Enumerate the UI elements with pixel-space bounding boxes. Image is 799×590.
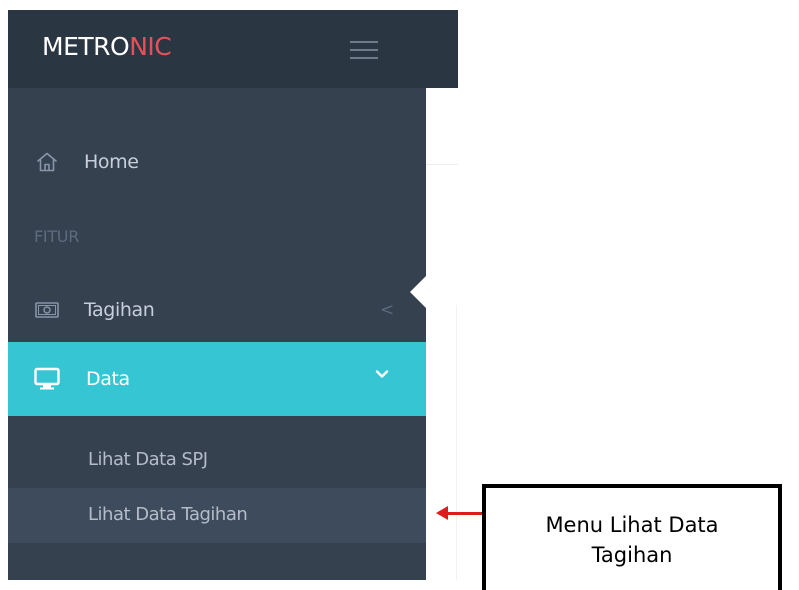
sidebar-item-data[interactable]: Data [8,342,426,416]
monitor-icon [34,366,60,392]
sidebar-subitem-lihat-data-tagihan[interactable]: Lihat Data Tagihan [8,488,426,543]
annotation-line-1: Menu Lihat Data [545,513,719,537]
logo-text-accent: NIC [129,32,172,61]
content-divider-vertical [456,305,457,580]
logo[interactable]: METRONIC [42,32,172,62]
money-icon [34,297,60,323]
chevron-left-icon: < [380,300,395,320]
content-divider [426,164,458,165]
annotation-callout: Menu Lihat Data Tagihan [482,484,782,590]
home-icon [34,149,60,175]
sidebar-section-heading: FITUR [34,227,80,246]
hamburger-bar [350,49,378,51]
sidebar-item-label: Home [84,151,139,173]
chevron-down-icon [374,366,390,382]
hamburger-icon[interactable] [350,39,378,59]
sidebar-item-tagihan[interactable]: Tagihan < [8,284,426,336]
hamburger-bar [350,57,378,59]
sidebar-item-label: Tagihan [84,299,155,321]
annotation-line-2: Tagihan [591,543,673,567]
sidebar-item-home[interactable]: Home [8,136,426,188]
sidebar-subitem-lihat-data-spj[interactable]: Lihat Data SPJ [8,434,426,486]
sidebar-item-label: Data [86,368,130,390]
screenshot-canvas: METRONIC Home FITUR Tagihan < Data Lihat… [0,0,799,590]
annotation-arrow-line [446,512,482,515]
active-item-notch [410,274,428,310]
logo-text-primary: METRO [42,32,130,61]
hamburger-bar [350,41,378,43]
sidebar-subitem-label: Lihat Data Tagihan [88,504,248,525]
sidebar-subitem-label: Lihat Data SPJ [88,449,208,470]
sidebar: Home FITUR Tagihan < Data Lihat Data SPJ… [8,88,426,580]
annotation-text: Menu Lihat Data Tagihan [486,510,778,570]
top-header: METRONIC [8,10,458,88]
